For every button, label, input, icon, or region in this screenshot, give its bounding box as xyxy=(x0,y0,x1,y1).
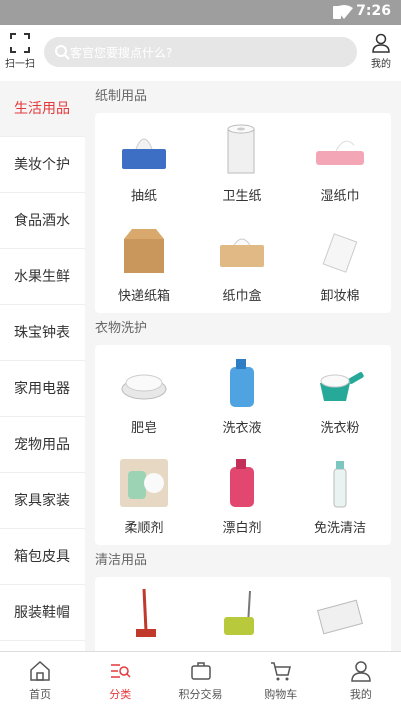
section-title: 清洁用品 xyxy=(95,553,148,568)
nav-category[interactable]: 分类 xyxy=(80,652,160,710)
item-label: 洗衣粉 xyxy=(320,421,360,436)
sidebar-item-appliances[interactable]: 家用电器 xyxy=(0,361,85,417)
category-sidebar: 生活用品 美妆个护 食品酒水 水果生鲜 珠宝钟表 家用电器 宠物用品 家具家装 … xyxy=(0,81,85,651)
item-label: 洗衣液 xyxy=(222,421,262,436)
cotton-pad-icon xyxy=(322,233,358,273)
user-icon xyxy=(351,661,371,682)
product-item[interactable]: 抽纸 xyxy=(95,113,193,213)
user-icon xyxy=(372,33,390,53)
scan-icon xyxy=(10,33,30,53)
sidebar-item-beauty[interactable]: 美妆个护 xyxy=(0,137,85,193)
bleach-bottle-icon xyxy=(230,459,254,507)
home-icon xyxy=(30,660,50,681)
search-placeholder: 客官您要搜点什么? xyxy=(70,46,173,60)
mop-icon xyxy=(136,588,156,637)
sidebar-item-daily-goods[interactable]: 生活用品 xyxy=(0,81,85,137)
mine-label: 我的 xyxy=(371,59,391,70)
spray-bottle-icon xyxy=(333,461,347,508)
status-bar: 7:26 xyxy=(0,0,401,25)
item-label: 快递纸箱 xyxy=(117,289,170,304)
scan-label: 扫一扫 xyxy=(5,59,35,70)
sidebar-item-food-drinks[interactable]: 食品酒水 xyxy=(0,193,85,249)
product-item[interactable] xyxy=(291,577,389,651)
product-item[interactable]: 漂白剂 xyxy=(193,445,291,545)
cardboard-box-icon xyxy=(124,229,164,273)
product-item[interactable]: 快递纸箱 xyxy=(95,213,193,313)
soap-icon xyxy=(121,374,167,400)
nav-home[interactable]: 首页 xyxy=(0,652,80,710)
detergent-bottle-icon xyxy=(230,359,254,407)
item-label: 卸妆棉 xyxy=(320,289,360,304)
top-header: 扫一扫 客官您要搜点什么? 我的 xyxy=(0,25,401,81)
product-item[interactable]: 洗衣液 xyxy=(193,345,291,445)
product-item[interactable]: 卸妆棉 xyxy=(291,213,389,313)
product-item[interactable] xyxy=(95,577,193,651)
sidebar-item-furniture[interactable]: 家具家装 xyxy=(0,473,85,529)
softener-icon xyxy=(120,459,168,507)
section-card: 抽纸 卫生纸 湿纸巾 快递纸箱 纸巾盒 卸妆棉 xyxy=(95,113,391,313)
bottom-nav: 首页 分类 积分交易 购物车 我的 xyxy=(0,651,401,710)
search-input[interactable]: 客官您要搜点什么? xyxy=(44,37,357,67)
sidebar-item-clothing[interactable]: 服装鞋帽 xyxy=(0,585,85,641)
nav-points-trade[interactable]: 积分交易 xyxy=(160,652,240,710)
item-label: 抽纸 xyxy=(130,189,157,204)
section-card: 肥皂 洗衣液 洗衣粉 柔顺剂 漂白剂 免洗清洁 xyxy=(95,345,391,545)
sidebar-item-jewelry-watches[interactable]: 珠宝钟表 xyxy=(0,305,85,361)
product-item[interactable]: 卫生纸 xyxy=(193,113,291,213)
category-search-icon xyxy=(111,664,131,678)
nav-label: 首页 xyxy=(29,688,52,701)
item-label: 纸巾盒 xyxy=(222,289,262,304)
sidebar-item-pet-supplies[interactable]: 宠物用品 xyxy=(0,417,85,473)
product-item[interactable]: 免洗清洁 xyxy=(291,445,389,545)
tissue-box-icon xyxy=(122,138,166,169)
nav-mine[interactable]: 我的 xyxy=(321,652,401,710)
briefcase-icon xyxy=(190,662,211,680)
item-label: 漂白剂 xyxy=(222,521,262,536)
section-title: 衣物洗护 xyxy=(95,321,148,336)
product-item[interactable] xyxy=(193,577,291,651)
product-item[interactable]: 湿纸巾 xyxy=(291,113,389,213)
battery-icon xyxy=(333,6,341,19)
product-item[interactable]: 洗衣粉 xyxy=(291,345,389,445)
item-label: 柔顺剂 xyxy=(124,521,164,536)
product-item[interactable]: 肥皂 xyxy=(95,345,193,445)
item-label: 湿纸巾 xyxy=(320,189,360,204)
cleaning-cloth-icon xyxy=(316,599,364,635)
item-label: 卫生纸 xyxy=(222,189,262,204)
wet-wipes-icon xyxy=(316,140,364,165)
tissue-holder-icon xyxy=(220,238,264,267)
search-icon xyxy=(55,45,70,60)
sidebar-item-bags[interactable]: 箱包皮具 xyxy=(0,529,85,585)
nav-cart[interactable]: 购物车 xyxy=(241,652,321,710)
nav-label: 分类 xyxy=(109,688,132,701)
mine-button[interactable]: 我的 xyxy=(364,33,398,75)
sidebar-item-fruit-fresh[interactable]: 水果生鲜 xyxy=(0,249,85,305)
scan-button[interactable]: 扫一扫 xyxy=(3,33,37,75)
nav-label: 积分交易 xyxy=(178,688,223,701)
washing-powder-icon xyxy=(320,372,364,401)
item-label: 免洗清洁 xyxy=(313,521,366,536)
section-title: 纸制用品 xyxy=(95,89,148,104)
nav-label: 购物车 xyxy=(264,688,298,701)
nav-label: 我的 xyxy=(349,688,372,701)
toilet-roll-icon xyxy=(227,124,255,174)
section-card xyxy=(95,577,391,651)
item-label: 肥皂 xyxy=(130,421,157,436)
product-item[interactable]: 纸巾盒 xyxy=(193,213,291,313)
cart-icon xyxy=(270,662,291,681)
category-content: 纸制用品 抽纸 卫生纸 湿纸巾 快递纸箱 纸巾盒 卸妆棉 衣物洗护 肥皂 洗衣液… xyxy=(85,81,401,651)
product-item[interactable]: 柔顺剂 xyxy=(95,445,193,545)
mop-bucket-icon xyxy=(224,590,254,635)
status-time: 7:26 xyxy=(356,3,391,19)
